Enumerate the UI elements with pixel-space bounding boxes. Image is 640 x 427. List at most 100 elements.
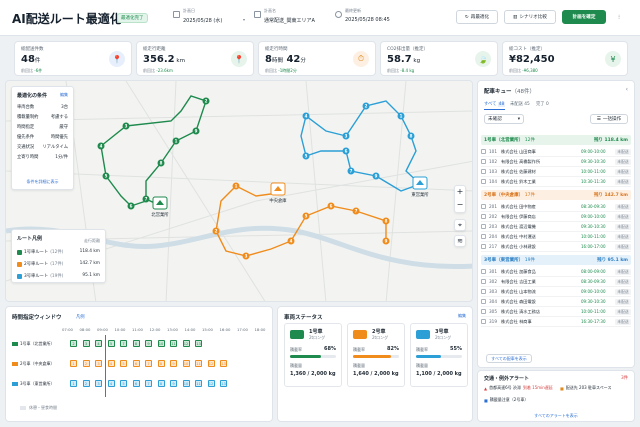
plan-name-value[interactable]: 通常配送_関東エリアA xyxy=(264,17,315,24)
plan-date-value[interactable]: 2025/05/28 (水) xyxy=(183,17,222,24)
time-slot[interactable]: 4 xyxy=(107,380,115,387)
chevron-down-icon[interactable]: ▾ xyxy=(243,17,245,22)
time-slot[interactable]: 10 xyxy=(182,360,190,367)
vehicle-type: 2tロング xyxy=(435,335,452,340)
time-slot[interactable]: 7 xyxy=(145,380,152,387)
time-slot[interactable]: 5 xyxy=(120,380,127,387)
time-slot[interactable]: 2 xyxy=(82,360,90,367)
legend-row[interactable]: 3号車ルート (19件) 95.1 km xyxy=(17,273,100,279)
time-slot[interactable]: 10 xyxy=(182,380,190,387)
queue-row[interactable]: 103 株式会社 佐藤建材 10:00-11:00 未配送 xyxy=(481,167,631,177)
legend-row[interactable]: 2号車ルート (17件) 142.7 km xyxy=(17,261,100,267)
more-menu-button[interactable]: ⋮ xyxy=(612,10,626,24)
vehicle-card[interactable]: 3号車 2tロング 積載率 55% 積載量 1,100 / 2,000 kg xyxy=(410,323,468,387)
time-slot[interactable]: 13 xyxy=(220,360,227,367)
legend-row[interactable]: 1号車ルート (12件) 118.4 km xyxy=(17,249,100,255)
tab-all[interactable]: すべて 48 xyxy=(484,101,506,110)
queue-group-header[interactable]: 2号車（中央倉庫） 17件 残り 142.7 km xyxy=(481,190,631,200)
route-map[interactable]: 1 2 3 4 5 6 7 8 9 1 2 3 4 5 6 7 8 9 1 2 … xyxy=(5,80,473,302)
time-slot[interactable]: 8 xyxy=(157,380,165,387)
status-filter-select[interactable]: 未確認 ▾ xyxy=(484,114,524,124)
alert-item[interactable]: ▲ 首都高速6号 渋滞 到着 15min遅延 xyxy=(484,385,553,391)
reoptimize-button[interactable]: ↻ 再最適化 xyxy=(456,10,498,24)
page-title: AI配送ルート最適化 xyxy=(12,12,122,26)
time-slot[interactable]: 6 xyxy=(132,360,140,367)
queue-row[interactable]: 302 有限会社 吉田工業 08:30-09:30 未配送 xyxy=(481,277,631,287)
locate-icon[interactable]: ⌖ xyxy=(454,219,466,231)
time-tick: 11:00 xyxy=(132,327,143,332)
queue-row[interactable]: 101 株式会社 山田商事 09:00-10:00 未配送 xyxy=(481,147,631,157)
time-slot[interactable]: 9 xyxy=(170,360,177,367)
time-slot[interactable]: 5 xyxy=(120,360,127,367)
time-slot[interactable]: 3 xyxy=(95,360,102,367)
time-slot[interactable]: 9 xyxy=(170,380,177,387)
time-slot[interactable]: 13 xyxy=(195,340,202,347)
vehicle-status-panel: 車両ステータス 編集 1号車 2tロング 積載率 68% 積載量 1,360 / 2,00… xyxy=(277,306,473,422)
alert-item[interactable]: ■ 配送先 203 駐車スペース xyxy=(560,385,611,391)
svg-text:8: 8 xyxy=(410,134,413,139)
queue-row[interactable]: 303 株式会社 山本物流 09:00-10:00 未配送 xyxy=(481,287,631,297)
queue-row[interactable]: 301 株式会社 加藤食品 08:00-09:00 未配送 xyxy=(481,267,631,277)
queue-row[interactable]: 102 有限会社 高橋製作所 09:30-10:30 未配送 xyxy=(481,157,631,167)
time-slot[interactable]: 11 xyxy=(195,360,202,367)
time-slot[interactable]: 3 xyxy=(82,340,90,347)
confirm-plan-button[interactable]: 計画を確定 xyxy=(562,10,606,24)
queue-row[interactable]: 217 株式会社 小林建設 16:00-17:00 未配送 xyxy=(481,242,631,252)
queue-group-header[interactable]: 1号車（北営業所） 12件 残り 118.4 km xyxy=(481,135,631,145)
legend-link[interactable]: 凡例 xyxy=(76,314,85,320)
queue-row[interactable]: 104 株式会社 鈴木工業 10:30-11:30 未配送 xyxy=(481,177,631,187)
queue-row[interactable]: 304 株式会社 森田電設 09:30-10:30 未配送 xyxy=(481,297,631,307)
time-slot[interactable]: 11 xyxy=(170,340,177,347)
queue-row[interactable]: 203 株式会社 渡辺電機 09:30-10:30 未配送 xyxy=(481,222,631,232)
tab-undelivered[interactable]: 未配送 45 xyxy=(510,101,530,107)
time-slot[interactable]: 11 xyxy=(195,380,202,387)
queue-row[interactable]: 202 有限会社 伊藤商店 09:00-10:00 未配送 xyxy=(481,212,631,222)
time-slot[interactable]: 9 xyxy=(145,340,152,347)
time-slot[interactable]: 8 xyxy=(157,360,165,367)
conditions-edit-link[interactable]: 編集 xyxy=(60,92,68,98)
truck-icon xyxy=(12,342,18,346)
tab-completed[interactable]: 完了 0 xyxy=(536,101,549,107)
vehicle-card[interactable]: 1号車 2tロング 積載率 68% 積載量 1,360 / 2,000 kg xyxy=(284,323,342,387)
svg-text:1: 1 xyxy=(175,139,178,144)
queue-row[interactable]: 201 株式会社 田中物産 08:30-09:30 未配送 xyxy=(481,202,631,212)
bulk-action-button[interactable]: ☰ 一括操作 xyxy=(590,114,628,124)
reoptimize-label: 再最適化 xyxy=(470,15,490,20)
time-slot[interactable]: 4 xyxy=(107,360,115,367)
show-all-dispatch-button[interactable]: すべての配車を表示 xyxy=(486,354,532,363)
document-icon xyxy=(254,11,261,18)
conditions-detail-link[interactable]: 条件を詳細に表示 xyxy=(12,179,73,185)
time-slot[interactable]: 12 xyxy=(182,340,190,347)
time-slot[interactable]: 4 xyxy=(95,340,102,347)
time-slot[interactable]: 13 xyxy=(220,380,227,387)
layers-icon[interactable]: ≋ xyxy=(454,235,466,247)
vehicle-edit-link[interactable]: 編集 xyxy=(458,313,466,319)
time-slot[interactable]: 2 xyxy=(70,340,77,347)
show-all-alerts-link[interactable]: すべてのアラートを表示 xyxy=(478,413,634,419)
checkbox-icon xyxy=(481,149,486,154)
alert-item[interactable]: ■ 積載量注意（2号車） xyxy=(484,397,528,403)
time-slot[interactable]: 1 xyxy=(70,380,77,387)
zoom-in-button[interactable]: + xyxy=(455,187,465,196)
time-slot[interactable]: 5 xyxy=(107,340,115,347)
time-slot[interactable]: 1 xyxy=(70,360,77,367)
time-slot[interactable]: 12 xyxy=(207,380,215,387)
compare-scenario-button[interactable]: ▥ シナリオ比較 xyxy=(504,10,556,24)
queue-row[interactable]: 305 株式会社 清水工務店 10:00-11:00 未配送 xyxy=(481,307,631,317)
vehicle-card[interactable]: 2号車 2tロング 積載率 82% 積載量 1,640 / 2,000 kg xyxy=(347,323,405,387)
queue-group-header[interactable]: 3号車（東営業所） 19件 残り 95.1 km xyxy=(481,255,631,265)
collapse-icon[interactable]: ‹ xyxy=(626,86,628,93)
svg-text:4: 4 xyxy=(290,239,293,244)
time-slot[interactable]: 12 xyxy=(207,360,215,367)
queue-row[interactable]: 204 株式会社 中村運送 10:00-11:00 未配送 xyxy=(481,232,631,242)
time-slot[interactable]: 8 xyxy=(132,340,140,347)
queue-row[interactable]: 319 株式会社 林商事 16:30-17:30 未配送 xyxy=(481,317,631,327)
time-slot[interactable]: 6 xyxy=(132,380,140,387)
dispatch-queue-panel: 配車キュー（48件） ‹ すべて 48 未配送 45 完了 0 未確認 ▾ ☰ 一括… xyxy=(477,80,635,368)
time-slot[interactable]: 2 xyxy=(82,380,90,387)
zoom-out-button[interactable]: − xyxy=(455,200,465,209)
time-slot[interactable]: 7 xyxy=(120,340,127,347)
time-slot[interactable]: 3 xyxy=(95,380,102,387)
time-slot[interactable]: 10 xyxy=(157,340,165,347)
time-slot[interactable]: 7 xyxy=(145,360,152,367)
